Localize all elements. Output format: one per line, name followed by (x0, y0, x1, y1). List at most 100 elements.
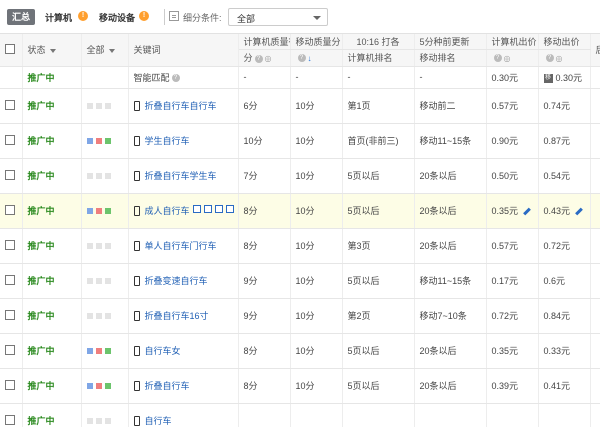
keyword-link[interactable]: 自行车 (145, 415, 172, 427)
table-row[interactable]: 推广中 单人自行车门行车 8分 10分 第3页 20条以后 0.57元 0.72元 (0, 228, 600, 264)
row-pc-bid[interactable]: 0.35元 (486, 333, 539, 369)
sort-icon[interactable]: ◎ (504, 54, 511, 63)
header-mobile-rank[interactable]: 移动排名 (414, 49, 487, 67)
row-checkbox-cell[interactable] (0, 403, 23, 427)
header-select-all[interactable] (0, 34, 23, 67)
table-row[interactable]: 推广中 折叠自行车16寸 9分 10分 第2页 移动7~10条 0.72元 0.84元 (0, 298, 600, 334)
sort-icon[interactable]: ◎ (556, 54, 563, 63)
keyword-link[interactable]: 折叠自行车16寸 (145, 310, 209, 322)
table-row[interactable]: 推广中 折叠自行车自行车 6分 10分 第1页 移动前二 0.57元 0.74元 (0, 88, 600, 124)
table-row[interactable]: 推广中 自行车 (0, 403, 600, 427)
row-checkbox-cell[interactable] (0, 123, 23, 159)
row-keyword[interactable]: 折叠自行车16寸 (128, 298, 239, 334)
keyword-link[interactable]: 自行车女 (145, 345, 181, 357)
row-checkbox-cell[interactable] (0, 193, 23, 229)
row-checkbox-cell[interactable] (0, 88, 23, 124)
keyword-link[interactable]: 折叠变速自行车 (145, 275, 208, 287)
header-pc-quality-sub[interactable]: 分? ◎ (238, 49, 291, 67)
help-icon[interactable]: ? (545, 54, 554, 63)
row-keyword[interactable]: 自行车 (128, 403, 239, 427)
row-mobile-bid[interactable]: 0.41元 (538, 368, 591, 404)
edit-icon[interactable] (192, 204, 201, 213)
table-row[interactable]: 推广中 自行车女 8分 10分 5页以后 20条以后 0.35元 0.33元 (0, 333, 600, 369)
row-checkbox[interactable] (5, 414, 15, 425)
row-keyword[interactable]: 折叠自行车自行车 (128, 88, 239, 124)
header-mobile-quality-sub[interactable]: ? ↓ (290, 49, 343, 67)
row-keyword[interactable]: 单人自行车门行车 (128, 228, 239, 264)
sort-desc-icon[interactable]: ↓ (308, 54, 312, 63)
help-icon[interactable]: ? (297, 54, 306, 63)
row-mobile-bid[interactable]: 0.6元 (538, 263, 591, 299)
keyword-link[interactable]: 折叠自行车 (145, 380, 190, 392)
chart-icon[interactable] (214, 204, 223, 213)
row-checkbox[interactable] (5, 274, 15, 285)
header-pc-bid-sub[interactable]: ? ◎ (486, 49, 539, 67)
delete-icon[interactable] (225, 204, 234, 213)
row-keyword[interactable]: 学生自行车 (128, 123, 239, 159)
row-checkbox[interactable] (5, 169, 15, 180)
select-all-checkbox[interactable] (5, 43, 15, 54)
header-mobile-bid-sub[interactable]: ? ◎ (538, 49, 591, 67)
row-checkbox[interactable] (5, 134, 15, 145)
header-device[interactable]: 全部 (81, 34, 129, 67)
row-mobile-bid[interactable]: 0.84元 (538, 298, 591, 334)
header-pc-rank[interactable]: 计算机排名 (342, 49, 415, 67)
row-checkbox[interactable] (5, 309, 15, 320)
row-checkbox[interactable] (5, 379, 15, 390)
row-checkbox[interactable] (5, 239, 15, 250)
keyword-link[interactable]: 成人自行车 (145, 205, 190, 217)
summary-mobile-bid[interactable]: 移 0.30元 (538, 66, 591, 89)
row-pc-bid[interactable]: 0.57元 (486, 228, 539, 264)
row-checkbox-cell[interactable] (0, 333, 23, 369)
pencil-icon[interactable] (575, 207, 583, 216)
row-checkbox-cell[interactable] (0, 368, 23, 404)
header-pc-quality[interactable]: 计算机质量得 (238, 34, 291, 50)
row-checkbox-cell[interactable] (0, 263, 23, 299)
row-mobile-bid[interactable]: 0.72元 (538, 228, 591, 264)
row-checkbox-cell[interactable] (0, 158, 23, 194)
row-mobile-bid[interactable]: 0.74元 (538, 88, 591, 124)
keyword-link[interactable]: 学生自行车 (145, 135, 190, 147)
table-row[interactable]: 推广中 折叠自行车 8分 10分 5页以后 20条以后 0.39元 0.41元 (0, 368, 600, 404)
status-filter-icon[interactable] (49, 48, 56, 53)
row-pc-bid[interactable]: 0.72元 (486, 298, 539, 334)
device-filter-icon[interactable] (108, 48, 115, 53)
pencil-icon[interactable] (523, 207, 531, 216)
sort-icon[interactable]: ◎ (265, 54, 272, 63)
row-checkbox[interactable] (5, 344, 15, 355)
table-row[interactable]: 推广中 折叠变速自行车 9分 10分 5页以后 移动11~15条 0.17元 0.6元 (0, 263, 600, 299)
row-pc-bid[interactable]: 0.39元 (486, 368, 539, 404)
row-keyword[interactable]: 自行车女 (128, 333, 239, 369)
header-mobile-quality[interactable]: 移动质量分 (290, 34, 343, 50)
row-mobile-bid[interactable]: 0.43元 (538, 193, 591, 229)
row-checkbox-cell[interactable] (0, 228, 23, 264)
row-pc-bid[interactable]: 0.57元 (486, 88, 539, 124)
table-row[interactable]: 推广中 学生自行车 10分 10分 首页(非前三) 移动11~15条 0.90元 0.87元 (0, 123, 600, 159)
mobile-tab-label[interactable]: 移动设备 (99, 11, 135, 24)
row-pc-bid[interactable]: 0.90元 (486, 123, 539, 159)
row-checkbox-cell[interactable] (0, 298, 23, 334)
all-tab-button[interactable]: 汇总 (7, 9, 35, 25)
help-icon[interactable]: ? (254, 54, 263, 63)
help-icon[interactable]: ? (171, 74, 180, 83)
keyword-link[interactable]: 折叠自行车学生车 (145, 170, 217, 182)
keyword-link[interactable]: 折叠自行车自行车 (145, 100, 217, 112)
table-row[interactable]: 推广中 成人自行车 8分 10分 5页以后 20条以后 0.35元 0.43元 (0, 193, 600, 229)
row-mobile-bid[interactable] (538, 403, 591, 427)
pc-tab-label[interactable]: 计算机 (45, 11, 72, 24)
row-pc-bid[interactable]: 0.35元 (486, 193, 539, 229)
header-keyword[interactable]: 关键词 (128, 34, 239, 67)
row-pc-bid[interactable]: 0.17元 (486, 263, 539, 299)
row-pc-bid[interactable]: 0.50元 (486, 158, 539, 194)
row-keyword[interactable]: 成人自行车 (128, 193, 239, 229)
row-keyword[interactable]: 折叠自行车 (128, 368, 239, 404)
row-mobile-bid[interactable]: 0.87元 (538, 123, 591, 159)
copy-icon[interactable] (203, 204, 212, 213)
table-row[interactable]: 推广中 折叠自行车学生车 7分 10分 5页以后 20条以后 0.50元 0.54元 (0, 158, 600, 194)
row-checkbox[interactable] (5, 204, 15, 215)
filter-select[interactable]: 全部 (228, 8, 328, 26)
header-mobile-bid[interactable]: 移动出价 (538, 34, 591, 50)
header-pc-bid[interactable]: 计算机出价 (486, 34, 539, 50)
summary-pc-bid[interactable]: 0.30元 (486, 66, 539, 89)
row-keyword[interactable]: 折叠自行车学生车 (128, 158, 239, 194)
